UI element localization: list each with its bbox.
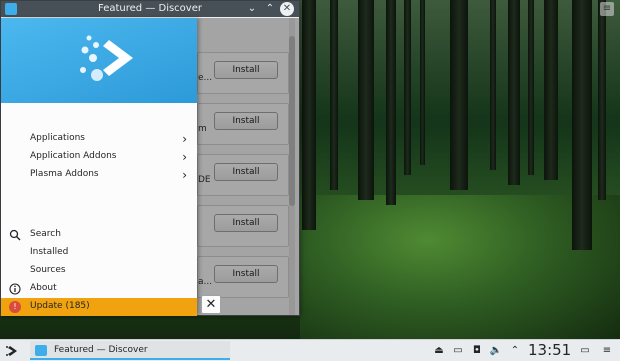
update-icon: ! (9, 301, 21, 313)
application-launcher-icon[interactable] (4, 343, 20, 359)
tree-trunk (490, 0, 496, 170)
tray-expand-icon[interactable]: ⌃ (508, 344, 522, 358)
drawer-item-applications[interactable]: Applications › (1, 130, 197, 148)
drawer-item-label: Installed (30, 247, 69, 257)
task-label: Featured — Discover (54, 345, 148, 355)
drawer-item-update[interactable]: ! Update (185) (1, 298, 197, 316)
maximize-icon[interactable]: ⌃ (263, 2, 277, 16)
chevron-right-icon: › (182, 168, 187, 182)
screenshot-icon[interactable]: ◘ (470, 344, 484, 358)
network-icon[interactable]: ▭ (451, 344, 465, 358)
drawer-item-label: Application Addons (30, 151, 117, 161)
tree-trunk (450, 0, 468, 190)
drawer-item-sources[interactable]: Sources (1, 262, 197, 280)
tree-trunk (598, 0, 606, 200)
chevron-right-icon: › (182, 132, 187, 146)
drawer-item-installed[interactable]: Installed (1, 244, 197, 262)
desktop-toolbox-icon[interactable]: ≡ (600, 2, 614, 16)
panel-options-icon[interactable]: ≡ (600, 344, 614, 358)
drawer-item-label: Sources (30, 265, 66, 275)
tree-trunk (508, 0, 520, 185)
drawer-item-search[interactable]: Search (1, 226, 197, 244)
drawer-item-label: Applications (30, 133, 85, 143)
drawer-item-label: Update (185) (30, 301, 90, 311)
drawer-item-label: Search (30, 229, 61, 239)
discover-app-icon (35, 345, 47, 356)
taskbar-task-discover[interactable]: Featured — Discover (30, 341, 230, 360)
drawer-item-plasma-addons[interactable]: Plasma Addons › (1, 166, 197, 184)
discover-window: Featured — Discover ⌄ ⌃ ✕ e... Install m… (0, 0, 300, 316)
tree-trunk (358, 0, 374, 200)
chevron-right-icon: › (182, 150, 187, 164)
navigation-drawer: Applications › Application Addons › Plas… (1, 18, 197, 316)
taskbar-panel: Featured — Discover ⏏ ▭ ◘ 🔈 ⌃ 13:51 ▭ ≡ (0, 339, 620, 361)
discover-logo-icon (80, 35, 133, 81)
drawer-item-label: About (30, 283, 57, 293)
volume-icon[interactable]: 🔈 (489, 344, 503, 358)
drawer-header (1, 18, 197, 103)
drawer-item-about[interactable]: About (1, 280, 197, 298)
tree-trunk (544, 0, 558, 180)
drawer-item-application-addons[interactable]: Application Addons › (1, 148, 197, 166)
tree-trunk (528, 0, 534, 175)
tree-trunk (404, 0, 411, 175)
window-titlebar[interactable]: Featured — Discover ⌄ ⌃ ✕ (1, 1, 299, 17)
tree-trunk (572, 0, 592, 250)
drawer-close-button[interactable]: ✕ (201, 295, 221, 314)
usb-device-icon[interactable]: ⏏ (432, 344, 446, 358)
drawer-item-label: Plasma Addons (30, 169, 99, 179)
tree-trunk (330, 0, 338, 190)
close-icon[interactable]: ✕ (280, 2, 294, 16)
tree-trunk (386, 0, 396, 205)
search-icon (9, 229, 21, 241)
show-desktop-icon[interactable]: ▭ (578, 344, 592, 358)
clock[interactable]: 13:51 (528, 341, 571, 359)
minimize-icon[interactable]: ⌄ (245, 2, 259, 16)
info-icon (9, 283, 21, 295)
tree-trunk (420, 0, 425, 165)
tree-trunk (302, 0, 316, 230)
